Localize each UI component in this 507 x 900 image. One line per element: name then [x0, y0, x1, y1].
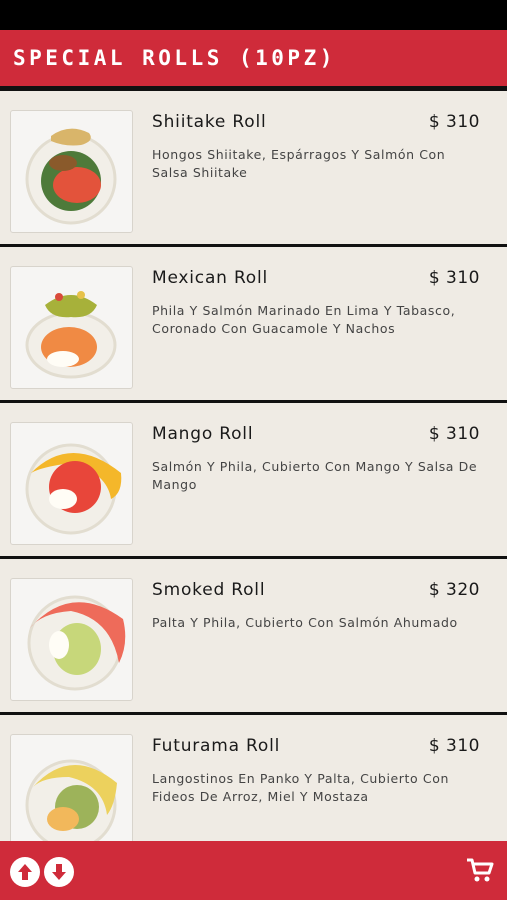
scroll-up-button[interactable]: [10, 857, 40, 887]
item-price: $ 320: [428, 580, 480, 600]
list-item[interactable]: Shiitake Roll $ 310 Hongos Shiitake, Esp…: [0, 91, 507, 247]
status-bar: [0, 0, 507, 30]
bottom-bar: [0, 841, 507, 900]
item-name: Mexican Roll: [152, 268, 269, 288]
menu-list[interactable]: Shiitake Roll $ 310 Hongos Shiitake, Esp…: [0, 91, 507, 841]
futurama-roll-image[interactable]: [10, 734, 133, 841]
list-item[interactable]: Mexican Roll $ 310 Phila Y Salmón Marina…: [0, 247, 507, 403]
item-description: Phila Y Salmón Marinado En Lima Y Tabasc…: [152, 303, 456, 336]
list-item[interactable]: Mango Roll $ 310 Salmón Y Phila, Cubiert…: [0, 403, 507, 559]
item-description: Langostinos En Panko Y Palta, Cubierto C…: [152, 771, 449, 804]
list-item[interactable]: Smoked Roll $ 320 Palta Y Phila, Cubiert…: [0, 559, 507, 715]
arrow-up-icon: [11, 858, 39, 886]
item-description: Palta Y Phila, Cubierto Con Salmón Ahuma…: [152, 615, 458, 630]
scroll-down-button[interactable]: [44, 857, 74, 887]
smoked-roll-image[interactable]: [10, 578, 133, 701]
item-name: Smoked Roll: [152, 580, 266, 600]
item-description: Salmón Y Phila, Cubierto Con Mango Y Sal…: [152, 459, 478, 492]
item-name: Mango Roll: [152, 424, 254, 444]
cart-icon: [467, 858, 494, 882]
item-description: Hongos Shiitake, Espárragos Y Salmón Con…: [152, 147, 446, 180]
mexican-roll-image[interactable]: [10, 266, 133, 389]
page-title: SPECIAL ROLLS (10PZ): [13, 46, 336, 70]
shiitake-roll-image[interactable]: [10, 110, 133, 233]
arrow-down-icon: [45, 858, 73, 886]
item-price: $ 310: [428, 736, 480, 756]
app-header: SPECIAL ROLLS (10PZ): [0, 30, 507, 91]
list-item[interactable]: Futurama Roll $ 310 Langostinos En Panko…: [0, 715, 507, 841]
item-name: Shiitake Roll: [152, 112, 267, 132]
cart-button[interactable]: [465, 855, 495, 885]
item-price: $ 310: [428, 424, 480, 444]
item-price: $ 310: [428, 268, 480, 288]
item-price: $ 310: [428, 112, 480, 132]
mango-roll-image[interactable]: [10, 422, 133, 545]
item-name: Futurama Roll: [152, 736, 281, 756]
